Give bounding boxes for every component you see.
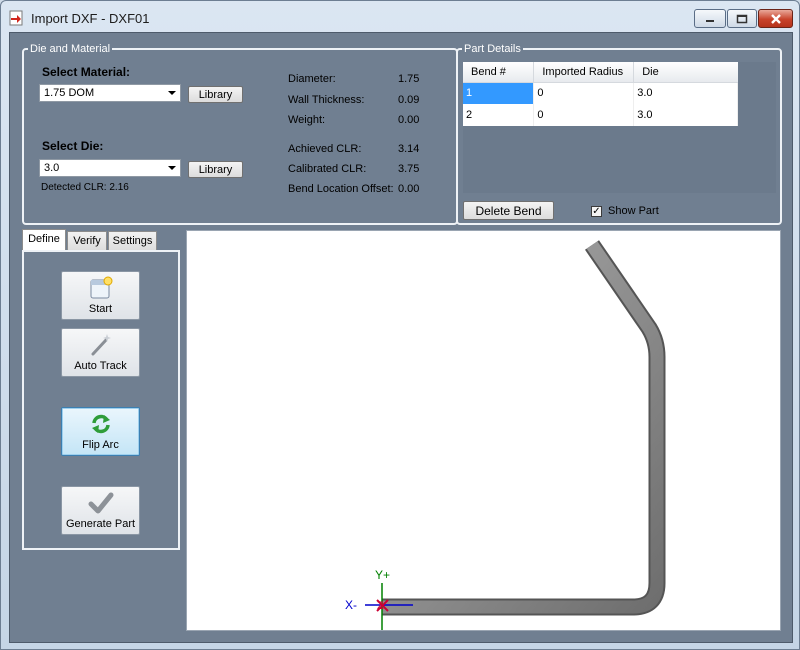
table-row[interactable]: 2 0 3.0 xyxy=(463,104,738,126)
weight-label: Weight: xyxy=(288,114,326,126)
bend-location-offset-value: 0.00 xyxy=(398,183,420,195)
tube-part xyxy=(382,240,666,616)
start-button-label: Start xyxy=(88,303,113,315)
bend-cell[interactable]: 2 xyxy=(463,104,535,126)
tube-part-highlight xyxy=(382,241,664,614)
define-tab-panel: Start Auto Track Flip Arc Generate Part xyxy=(22,250,180,550)
die-and-material-legend: Die and Material xyxy=(30,43,111,55)
die-select[interactable]: 3.0 xyxy=(39,159,181,177)
show-part-checkbox[interactable]: ✓ xyxy=(591,206,602,217)
close-button[interactable] xyxy=(758,9,793,28)
material-select-value: 1.75 DOM xyxy=(44,87,95,99)
diameter-label: Diameter: xyxy=(288,73,336,85)
window-title: Import DXF - DXF01 xyxy=(31,11,150,26)
generate-part-button-label: Generate Part xyxy=(65,518,136,530)
show-part-label[interactable]: Show Part xyxy=(608,205,659,217)
z-axis-label: Z xyxy=(377,600,384,612)
chevron-down-icon xyxy=(168,91,176,95)
grid-header-row: Bend # Imported Radius Die xyxy=(463,62,738,83)
y-axis-label: Y+ xyxy=(375,568,390,582)
die-library-button[interactable]: Library xyxy=(188,161,243,178)
achieved-clr-value: 3.14 xyxy=(398,143,420,155)
maximize-icon xyxy=(736,14,748,23)
radius-cell[interactable]: 0 xyxy=(533,82,635,104)
column-header-die[interactable]: Die xyxy=(633,62,738,83)
maximize-button[interactable] xyxy=(727,9,757,28)
part-viewport-svg: Y+ X- Z xyxy=(345,240,666,630)
die-cell[interactable]: 3.0 xyxy=(633,104,738,126)
flip-arrows-icon xyxy=(92,414,110,434)
radius-cell[interactable]: 0 xyxy=(533,104,635,126)
bend-cell[interactable]: 1 xyxy=(463,82,535,104)
tab-settings[interactable]: Settings xyxy=(108,231,157,250)
flip-arc-button[interactable]: Flip Arc xyxy=(61,407,140,456)
wall-thickness-label: Wall Thickness: xyxy=(288,94,365,106)
import-dxf-window: Import DXF - DXF01 Die and Material Sele… xyxy=(0,0,800,650)
magic-wand-icon xyxy=(91,334,111,356)
wall-thickness-value: 0.09 xyxy=(398,94,420,106)
select-material-label: Select Material: xyxy=(42,65,131,79)
minimize-button[interactable] xyxy=(694,9,726,28)
table-row[interactable]: 1 0 3.0 xyxy=(463,82,738,104)
tab-define[interactable]: Define xyxy=(22,229,66,250)
material-library-button[interactable]: Library xyxy=(188,86,243,103)
checkmark-icon xyxy=(88,492,114,514)
material-select[interactable]: 1.75 DOM xyxy=(39,84,181,102)
part-details-group: Part Details Bend # Imported Radius Die … xyxy=(456,43,782,225)
tab-verify[interactable]: Verify xyxy=(67,231,107,250)
select-die-label: Select Die: xyxy=(42,139,104,153)
bends-grid-container: Bend # Imported Radius Die 1 0 3.0 2 0 3… xyxy=(463,62,776,193)
chevron-down-icon xyxy=(168,166,176,170)
diameter-value: 1.75 xyxy=(398,73,420,85)
bends-grid[interactable]: Bend # Imported Radius Die 1 0 3.0 2 0 3… xyxy=(463,62,738,126)
minimize-icon xyxy=(706,19,714,22)
flip-arc-button-label: Flip Arc xyxy=(82,439,119,451)
import-dxf-app-icon xyxy=(9,10,23,26)
delete-bend-button[interactable]: Delete Bend xyxy=(463,201,554,220)
achieved-clr-label: Achieved CLR: xyxy=(288,143,362,155)
dialog-client-area: Die and Material Select Material: 1.75 D… xyxy=(9,32,793,643)
auto-track-button-label: Auto Track xyxy=(74,360,127,372)
calibrated-clr-label: Calibrated CLR: xyxy=(288,163,367,175)
die-cell[interactable]: 3.0 xyxy=(633,82,738,104)
part-details-legend: Part Details xyxy=(464,43,521,55)
die-and-material-group: Die and Material Select Material: 1.75 D… xyxy=(22,43,458,225)
part-viewport[interactable]: Y+ X- Z xyxy=(186,230,781,631)
weight-value: 0.00 xyxy=(398,114,420,126)
calibrated-clr-value: 3.75 xyxy=(398,163,420,175)
die-select-value: 3.0 xyxy=(44,162,60,174)
column-header-imported-radius[interactable]: Imported Radius xyxy=(533,62,635,83)
x-axis-label: X- xyxy=(345,598,357,612)
auto-track-button[interactable]: Auto Track xyxy=(61,328,140,377)
detected-clr-text: Detected CLR: 2.16 xyxy=(41,182,129,193)
generate-part-button[interactable]: Generate Part xyxy=(61,486,140,535)
start-icon xyxy=(90,276,113,299)
column-header-bend[interactable]: Bend # xyxy=(463,62,535,83)
start-button[interactable]: Start xyxy=(61,271,140,320)
close-icon xyxy=(770,13,781,24)
bend-location-offset-label: Bend Location Offset: xyxy=(288,183,394,195)
